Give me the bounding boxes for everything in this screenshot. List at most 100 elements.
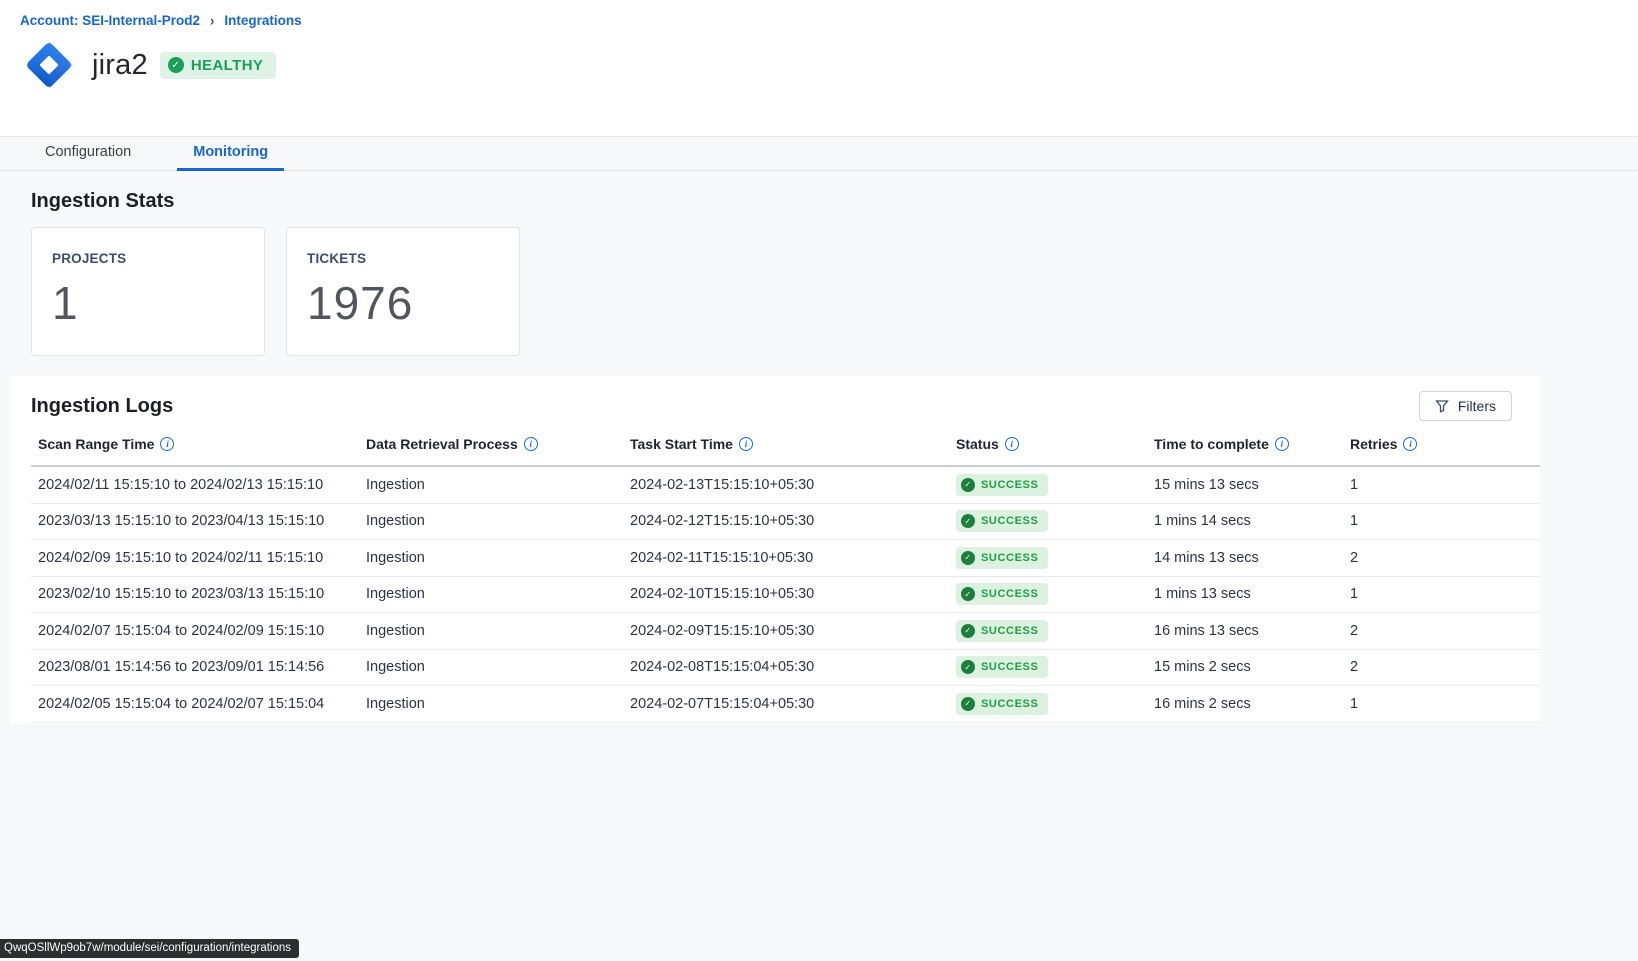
table-body: 2024/02/11 15:15:10 to 2024/02/13 15:15:… (31, 467, 1540, 723)
page-header: Account: SEI-Internal-Prod2 › Integratio… (0, 0, 1638, 137)
table-row[interactable]: 2023/08/01 15:14:56 to 2023/09/01 15:14:… (31, 650, 1540, 687)
cell-time-to-complete: 1 mins 13 secs (1154, 586, 1350, 602)
breadcrumb: Account: SEI-Internal-Prod2 › Integratio… (20, 13, 1638, 28)
stat-card-tickets: TICKETS 1976 (286, 227, 520, 356)
cell-task-start-time: 2024-02-07T15:15:04+05:30 (630, 696, 956, 712)
cell-scan-range-time: 2024/02/11 15:15:10 to 2024/02/13 15:15:… (38, 477, 366, 493)
table-row[interactable]: 2024/02/11 15:15:10 to 2024/02/13 15:15:… (31, 467, 1540, 504)
filters-button[interactable]: Filters (1419, 391, 1512, 421)
cell-status: ✓ SUCCESS (956, 510, 1154, 532)
status-badge: ✓ SUCCESS (956, 693, 1048, 715)
chevron-right-icon: › (210, 12, 214, 29)
status-label: SUCCESS (981, 515, 1038, 527)
stat-value: 1976 (307, 276, 499, 330)
status-label: SUCCESS (981, 625, 1038, 637)
table-row[interactable]: 2024/02/05 15:15:04 to 2024/02/07 15:15:… (31, 686, 1540, 723)
cell-data-retrieval-process: Ingestion (366, 659, 630, 675)
cell-task-start-time: 2024-02-13T15:15:10+05:30 (630, 477, 956, 493)
stat-label: PROJECTS (52, 251, 244, 266)
cell-data-retrieval-process: Ingestion (366, 513, 630, 529)
cell-status: ✓ SUCCESS (956, 583, 1154, 605)
cell-time-to-complete: 15 mins 2 secs (1154, 659, 1350, 675)
table-row[interactable]: 2024/02/07 15:15:04 to 2024/02/09 15:15:… (31, 613, 1540, 650)
status-badge: ✓ SUCCESS (956, 510, 1048, 532)
tab-configuration[interactable]: Configuration (29, 137, 147, 171)
info-icon[interactable]: i (1005, 437, 1019, 451)
column-header-data-retrieval-process: Data Retrieval Process i (366, 436, 630, 452)
cell-scan-range-time: 2023/08/01 15:14:56 to 2023/09/01 15:14:… (38, 659, 366, 675)
integration-name: jira2 (92, 49, 148, 82)
cell-task-start-time: 2024-02-10T15:15:10+05:30 (630, 586, 956, 602)
link-preview-text: QwqOSllWp9ob7w/module/sei/configuration/… (4, 942, 291, 954)
table-header-row: Scan Range Time i Data Retrieval Process… (31, 436, 1540, 467)
status-badge: ✓ SUCCESS (956, 620, 1048, 642)
column-label: Retries (1350, 436, 1397, 452)
cell-retries: 1 (1350, 696, 1540, 712)
integration-title-row: jira2 ✓ HEALTHY (20, 36, 1638, 94)
breadcrumb-integrations-link[interactable]: Integrations (224, 13, 301, 28)
info-icon[interactable]: i (524, 437, 538, 451)
filter-funnel-icon (1435, 399, 1449, 413)
cell-data-retrieval-process: Ingestion (366, 477, 630, 493)
column-header-retries: Retries i (1350, 436, 1540, 452)
table-row[interactable]: 2023/02/10 15:15:10 to 2023/03/13 15:15:… (31, 577, 1540, 614)
info-icon[interactable]: i (1275, 437, 1289, 451)
status-badge: ✓ SUCCESS (956, 547, 1048, 569)
cell-time-to-complete: 16 mins 13 secs (1154, 623, 1350, 639)
ingestion-stats-heading: Ingestion Stats (31, 190, 1638, 212)
column-label: Task Start Time (630, 436, 733, 452)
jira-logo-icon (20, 36, 78, 94)
check-circle-icon: ✓ (961, 514, 975, 528)
cell-retries: 2 (1350, 550, 1540, 566)
cell-retries: 1 (1350, 477, 1540, 493)
check-circle-icon: ✓ (961, 660, 975, 674)
cell-retries: 1 (1350, 586, 1540, 602)
cell-time-to-complete: 14 mins 13 secs (1154, 550, 1350, 566)
check-circle-icon: ✓ (168, 57, 184, 73)
status-badge: ✓ SUCCESS (956, 583, 1048, 605)
cell-data-retrieval-process: Ingestion (366, 696, 630, 712)
status-badge: ✓ SUCCESS (956, 474, 1048, 496)
table-row[interactable]: 2023/03/13 15:15:10 to 2023/04/13 15:15:… (31, 504, 1540, 541)
stat-label: TICKETS (307, 251, 499, 266)
cell-task-start-time: 2024-02-08T15:15:04+05:30 (630, 659, 956, 675)
cell-scan-range-time: 2023/02/10 15:15:10 to 2023/03/13 15:15:… (38, 586, 366, 602)
cell-status: ✓ SUCCESS (956, 547, 1154, 569)
ingestion-logs-panel: Ingestion Logs Filters Scan Range Time i… (10, 376, 1540, 724)
cell-task-start-time: 2024-02-11T15:15:10+05:30 (630, 550, 956, 566)
cell-data-retrieval-process: Ingestion (366, 586, 630, 602)
cell-data-retrieval-process: Ingestion (366, 550, 630, 566)
cell-status: ✓ SUCCESS (956, 474, 1154, 496)
cell-status: ✓ SUCCESS (956, 693, 1154, 715)
health-status-badge: ✓ HEALTHY (160, 52, 277, 79)
status-badge: ✓ SUCCESS (956, 656, 1048, 678)
breadcrumb-account-link[interactable]: Account: SEI-Internal-Prod2 (20, 13, 200, 28)
check-circle-icon: ✓ (961, 551, 975, 565)
cell-scan-range-time: 2024/02/09 15:15:10 to 2024/02/11 15:15:… (38, 550, 366, 566)
column-header-status: Status i (956, 436, 1154, 452)
info-icon[interactable]: i (160, 437, 174, 451)
cell-scan-range-time: 2024/02/05 15:15:04 to 2024/02/07 15:15:… (38, 696, 366, 712)
cell-status: ✓ SUCCESS (956, 656, 1154, 678)
status-label: SUCCESS (981, 479, 1038, 491)
main-content: Ingestion Stats PROJECTS 1 TICKETS 1976 … (0, 171, 1638, 724)
status-label: SUCCESS (981, 588, 1038, 600)
info-icon[interactable]: i (1403, 437, 1417, 451)
status-label: SUCCESS (981, 552, 1038, 564)
cell-scan-range-time: 2023/03/13 15:15:10 to 2023/04/13 15:15:… (38, 513, 366, 529)
ingestion-logs-heading: Ingestion Logs (31, 395, 173, 417)
table-row[interactable]: 2024/02/09 15:15:10 to 2024/02/11 15:15:… (31, 540, 1540, 577)
ingestion-logs-table: Scan Range Time i Data Retrieval Process… (31, 436, 1540, 723)
check-circle-icon: ✓ (961, 587, 975, 601)
cell-task-start-time: 2024-02-09T15:15:10+05:30 (630, 623, 956, 639)
info-icon[interactable]: i (739, 437, 753, 451)
tab-monitoring[interactable]: Monitoring (177, 137, 284, 171)
column-header-scan-range-time: Scan Range Time i (38, 436, 366, 452)
link-preview-statusbar: QwqOSllWp9ob7w/module/sei/configuration/… (0, 939, 299, 958)
stat-cards: PROJECTS 1 TICKETS 1976 (31, 227, 1638, 356)
column-label: Data Retrieval Process (366, 436, 518, 452)
status-label: SUCCESS (981, 698, 1038, 710)
column-label: Status (956, 436, 999, 452)
tab-bar: Configuration Monitoring (0, 137, 1638, 171)
ingestion-logs-header: Ingestion Logs Filters (31, 391, 1540, 421)
